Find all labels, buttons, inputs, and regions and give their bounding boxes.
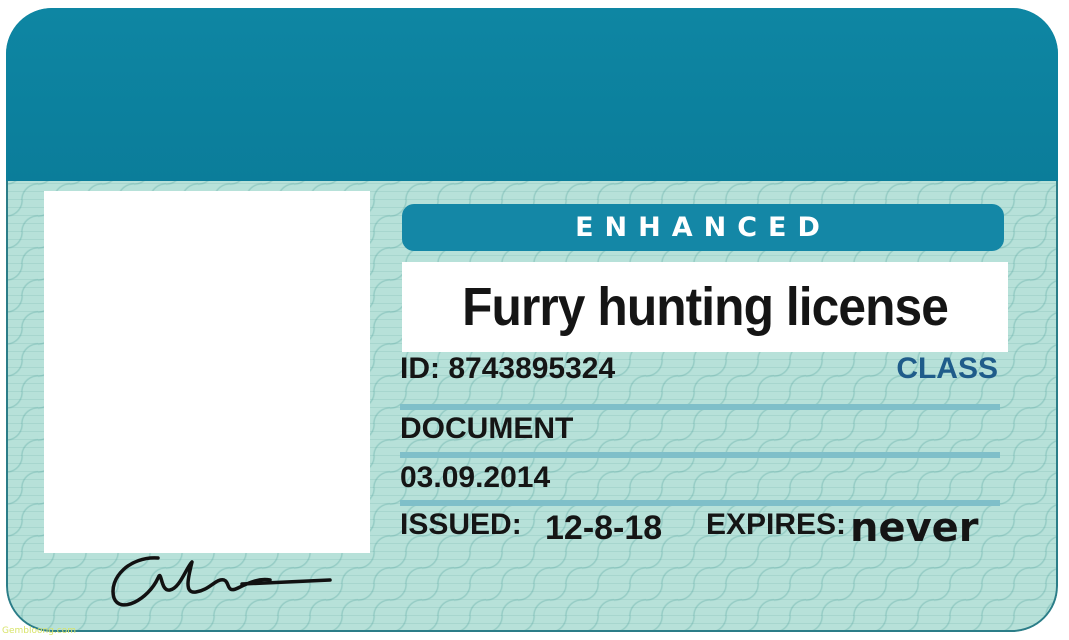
license-title-box: Furry hunting license	[402, 262, 1008, 352]
divider-line	[400, 452, 1000, 458]
photo-placeholder	[44, 191, 370, 553]
handwritten-signature	[111, 556, 332, 607]
id-number: ID: 8743895324	[400, 352, 616, 385]
expires-label: EXPIRES:	[706, 508, 847, 541]
class-label: CLASS	[896, 352, 998, 385]
document-label: DOCUMENT	[400, 412, 574, 445]
issued-label: ISSUED:	[400, 508, 522, 541]
watermark-text: Gembloong.com	[2, 626, 77, 636]
divider-line	[400, 404, 1000, 410]
document-date: 03.09.2014	[400, 461, 551, 494]
expires-value: never	[850, 505, 979, 551]
license-title: Furry hunting license	[462, 277, 949, 337]
card-header-band	[6, 8, 1058, 181]
enhanced-banner: ENHANCED	[402, 204, 1004, 251]
issued-value: 12-8-18	[545, 509, 663, 547]
enhanced-label: ENHANCED	[575, 212, 831, 243]
